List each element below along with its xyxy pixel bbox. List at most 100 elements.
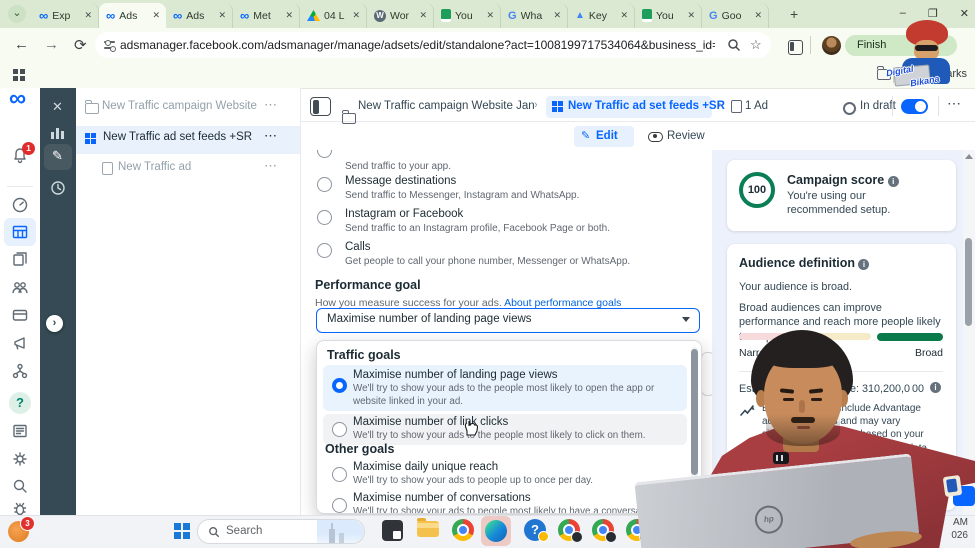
tree-item-campaign[interactable]: New Traffic campaign Website Jan — [102, 100, 260, 112]
mouse-cursor — [464, 420, 479, 438]
sleeve-logo-patch — [943, 475, 963, 497]
tab[interactable]: You✕ — [635, 3, 702, 28]
review-tab[interactable]: Review — [646, 126, 716, 147]
tab-close-icon[interactable]: ✕ — [618, 10, 630, 21]
info-icon[interactable]: i — [930, 382, 941, 393]
dropdown-option-daily-unique-reach[interactable]: Maximise daily unique reach We'll try to… — [323, 459, 687, 490]
tab-close-icon[interactable]: ✕ — [752, 10, 764, 21]
edge-active-highlight[interactable] — [481, 516, 511, 546]
tab[interactable]: ∞Ads✕ — [166, 3, 233, 28]
tab-close-icon[interactable]: ✕ — [216, 10, 228, 21]
tab[interactable]: GWha✕ — [501, 3, 568, 28]
profile-avatar[interactable] — [822, 36, 841, 55]
tab-close-icon[interactable]: ✕ — [484, 10, 496, 21]
option-title[interactable]: Calls — [345, 241, 371, 253]
presenter-eye — [811, 398, 822, 401]
dropdown-option-link-clicks[interactable]: Maximise number of link clicks We'll try… — [323, 414, 687, 445]
radio — [332, 498, 347, 513]
tabs: ∞Exp✕ ∞Ads✕ ∞Ads✕ ∞Met✕ 04 L✕ WWor✕ You✕… — [32, 3, 769, 28]
divider — [300, 121, 975, 122]
org-chart-icon[interactable] — [11, 362, 29, 380]
breadcrumb-adset-chip[interactable]: New Traffic ad set feeds +SR — [546, 96, 712, 118]
tab[interactable]: ∞Exp✕ — [32, 3, 99, 28]
edit-tab[interactable]: ✎ Edit — [574, 126, 634, 147]
edit-pencil-tool-active[interactable]: ✎ — [44, 144, 72, 170]
taskbar-search[interactable]: Search — [197, 519, 365, 544]
tab-close-icon[interactable]: ✕ — [150, 10, 162, 21]
billing-card-icon[interactable] — [11, 306, 29, 324]
bookmark-star-icon[interactable]: ☆ — [750, 37, 762, 53]
audience-meter-broad-segment — [877, 333, 943, 341]
radio-app[interactable] — [317, 150, 332, 158]
new-tab-button[interactable]: + — [790, 6, 798, 22]
more-icon[interactable]: ⋯ — [264, 97, 277, 113]
search-icon[interactable] — [11, 477, 29, 495]
windows-start-button[interactable] — [174, 523, 181, 530]
tab[interactable]: ∞Met✕ — [233, 3, 300, 28]
settings-gear-icon[interactable] — [11, 450, 29, 468]
file-explorer-icon[interactable] — [417, 521, 439, 537]
tab[interactable]: GGoo✕ — [702, 3, 769, 28]
tab[interactable]: 04 L✕ — [300, 3, 367, 28]
history-clock-icon[interactable] — [50, 180, 66, 196]
forward-button[interactable]: → — [44, 36, 59, 53]
apps-grid-icon[interactable] — [13, 69, 18, 74]
zoom-icon[interactable] — [727, 38, 741, 52]
help-icon[interactable]: ? — [9, 392, 31, 414]
dropdown-option-landing-page-views[interactable]: Maximise number of landing page views We… — [323, 365, 687, 411]
ad-page-icon — [731, 100, 742, 113]
adset-active-toggle[interactable] — [901, 99, 928, 114]
reporting-icon[interactable] — [11, 422, 29, 440]
meta-logo-icon[interactable]: ∞ — [9, 94, 26, 104]
campaigns-tab-selected[interactable] — [4, 218, 36, 246]
tab-close-icon[interactable]: ✕ — [685, 10, 697, 21]
option-desc: Get people to call your phone number, Me… — [345, 256, 630, 267]
option-title[interactable]: Message destinations — [345, 175, 456, 187]
audiences-icon[interactable] — [10, 278, 30, 296]
header-more-button[interactable]: ⋯ — [947, 95, 961, 112]
tab-search-chevron-icon[interactable]: ⌄ — [8, 5, 26, 23]
option-title[interactable]: Instagram or Facebook — [345, 208, 463, 220]
site-settings-icon[interactable] — [104, 39, 117, 51]
more-icon[interactable]: ⋯ — [264, 158, 277, 174]
chrome-icon[interactable] — [452, 519, 474, 541]
tab-close-icon[interactable]: ✕ — [417, 10, 429, 21]
megaphone-icon[interactable] — [11, 334, 29, 352]
info-icon[interactable]: i — [888, 176, 899, 187]
side-panel-icon[interactable] — [788, 40, 803, 55]
tab-close-icon[interactable]: ✕ — [350, 10, 362, 21]
tab[interactable]: You✕ — [434, 3, 501, 28]
expand-panel-chevron[interactable]: › — [46, 315, 63, 332]
url-text[interactable]: adsmanager.facebook.com/adsmanager/manag… — [120, 38, 715, 52]
broad-label: Broad — [915, 347, 943, 359]
search-icon — [208, 526, 220, 538]
pages-icon[interactable] — [11, 250, 29, 268]
radio-instagram-facebook[interactable] — [317, 210, 332, 225]
tab-close-icon[interactable]: ✕ — [283, 10, 295, 21]
sheets-icon — [642, 9, 652, 22]
campaign-score-card: 100 Campaign score i You're using our re… — [727, 160, 956, 231]
panel-toggle-icon[interactable] — [310, 97, 331, 116]
breadcrumb-campaign[interactable]: New Traffic campaign Website Jan — [358, 100, 535, 112]
profile-badge — [605, 531, 617, 543]
tab-close-icon[interactable]: ✕ — [551, 10, 563, 21]
radio-calls[interactable] — [317, 243, 332, 258]
reload-button[interactable]: ⟳ — [74, 36, 87, 54]
close-editor-icon[interactable]: ✕ — [52, 99, 63, 115]
presenter-nose — [799, 400, 805, 413]
tab-active[interactable]: ∞Ads✕ — [99, 3, 166, 28]
scroll-up-icon[interactable] — [965, 154, 973, 159]
tree-item-ad[interactable]: New Traffic ad — [118, 161, 191, 173]
tab[interactable]: ▲Key✕ — [568, 3, 635, 28]
overview-speedometer-icon[interactable] — [11, 196, 29, 214]
dropdown-option-conversations[interactable]: Maximise number of conversations We'll t… — [323, 490, 687, 514]
more-icon[interactable]: ⋯ — [264, 128, 277, 144]
back-button[interactable]: ← — [14, 36, 29, 53]
tab-close-icon[interactable]: ✕ — [82, 10, 94, 21]
radio-message-destinations[interactable] — [317, 177, 332, 192]
task-view-icon[interactable] — [382, 520, 403, 541]
tab[interactable]: WWor✕ — [367, 3, 434, 28]
scrollbar-thumb[interactable] — [965, 238, 972, 326]
breadcrumb-ad[interactable]: 1 Ad — [745, 100, 768, 112]
info-icon[interactable]: i — [858, 259, 869, 270]
